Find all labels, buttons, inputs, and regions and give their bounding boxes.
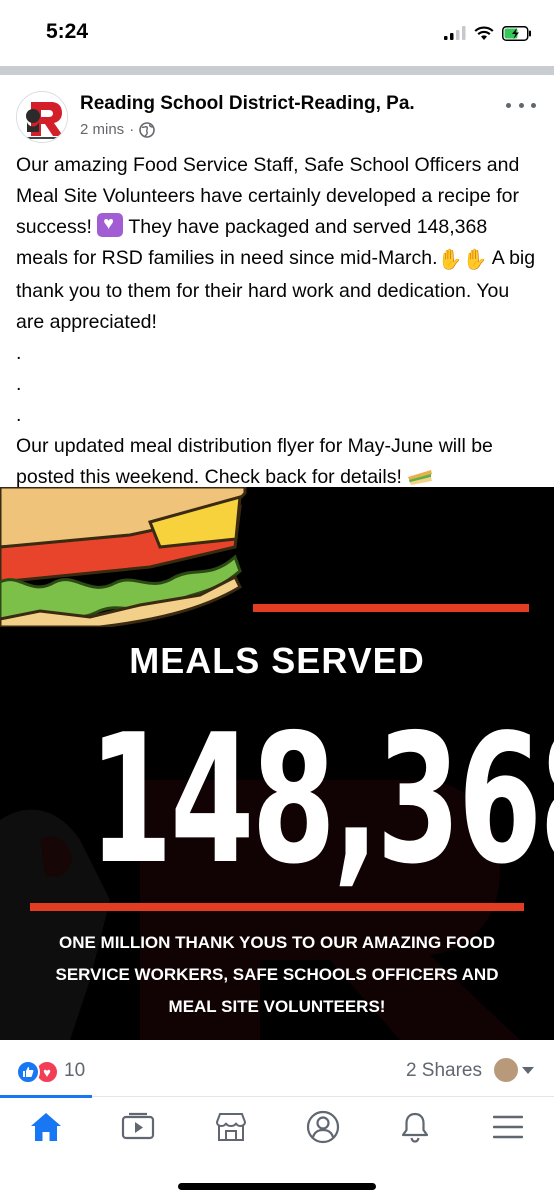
notifications-icon — [401, 1112, 429, 1143]
signal-icon — [444, 26, 466, 40]
post-text: Our amazing Food Service Staff, Safe Sch… — [16, 150, 542, 493]
tab-marketplace[interactable] — [208, 1107, 254, 1147]
clapping-hands-emoji-icon: ✋✋ — [437, 249, 488, 271]
status-bar: 5:24 — [0, 0, 554, 66]
flyer-message: ONE MILLION THANK YOUS TO OUR AMAZING FO… — [55, 933, 499, 1016]
watch-icon — [121, 1112, 155, 1140]
post-time[interactable]: 2 mins — [80, 121, 124, 138]
globe-icon — [139, 121, 155, 138]
dot-icon — [531, 102, 536, 108]
active-tab-indicator — [0, 1095, 92, 1098]
status-time: 5:24 — [46, 20, 89, 43]
post-meta: 2 mins · — [80, 121, 155, 138]
flyer-meal-count: 148,368 — [88, 696, 554, 903]
wifi-icon — [474, 26, 494, 40]
tab-home[interactable] — [23, 1107, 69, 1147]
post-dot: . — [16, 342, 22, 364]
menu-icon — [493, 1115, 523, 1139]
tab-menu[interactable] — [485, 1107, 531, 1147]
sandwich-illustration — [0, 487, 247, 627]
reading-logo-icon — [17, 92, 67, 142]
flyer-title: MEALS SERVED — [129, 640, 425, 681]
dot-icon — [506, 102, 511, 108]
post-paragraph-1: Our amazing Food Service Staff, Safe Sch… — [16, 150, 542, 338]
like-icon — [16, 1060, 40, 1084]
tab-profile[interactable] — [300, 1107, 346, 1147]
flyer-image[interactable]: MEALS SERVED 148,368 ONE MILLION THANK Y… — [0, 487, 554, 1040]
meta-separator: · — [129, 121, 135, 138]
page-avatar[interactable] — [16, 91, 68, 143]
post-dot: . — [16, 373, 22, 395]
tab-watch[interactable] — [115, 1107, 161, 1147]
status-icons — [444, 22, 532, 44]
reaction-icons[interactable]: ♥ — [16, 1060, 59, 1084]
feed-divider — [0, 66, 554, 75]
post-header: Reading School District-Reading, Pa. 2 m… — [0, 75, 554, 145]
flyer-bottom-line — [30, 903, 524, 911]
bottom-tab-bar — [0, 1095, 554, 1158]
marketplace-icon — [215, 1113, 247, 1141]
chevron-down-icon[interactable] — [522, 1067, 534, 1074]
reactions-row: ♥ 10 2 Shares — [0, 1054, 554, 1090]
share-count[interactable]: 2 Shares — [406, 1060, 482, 1082]
profile-icon — [306, 1110, 340, 1144]
heart-emoji-icon — [97, 208, 124, 239]
post-dot: . — [16, 404, 22, 426]
page-name[interactable]: Reading School District-Reading, Pa. — [80, 93, 415, 115]
tab-notifications[interactable] — [392, 1107, 438, 1147]
home-indicator[interactable] — [178, 1183, 376, 1190]
reaction-count[interactable]: 10 — [64, 1060, 85, 1082]
flyer-top-line — [253, 604, 529, 612]
home-icon — [31, 1113, 61, 1141]
battery-charging-icon — [502, 25, 531, 41]
post-paragraph-2: Our updated meal distribution flyer for … — [16, 435, 493, 488]
dot-icon — [518, 102, 524, 108]
more-options-button[interactable] — [506, 95, 536, 115]
share-audience-avatar[interactable] — [494, 1058, 518, 1082]
sandwich-emoji-icon — [408, 470, 433, 485]
